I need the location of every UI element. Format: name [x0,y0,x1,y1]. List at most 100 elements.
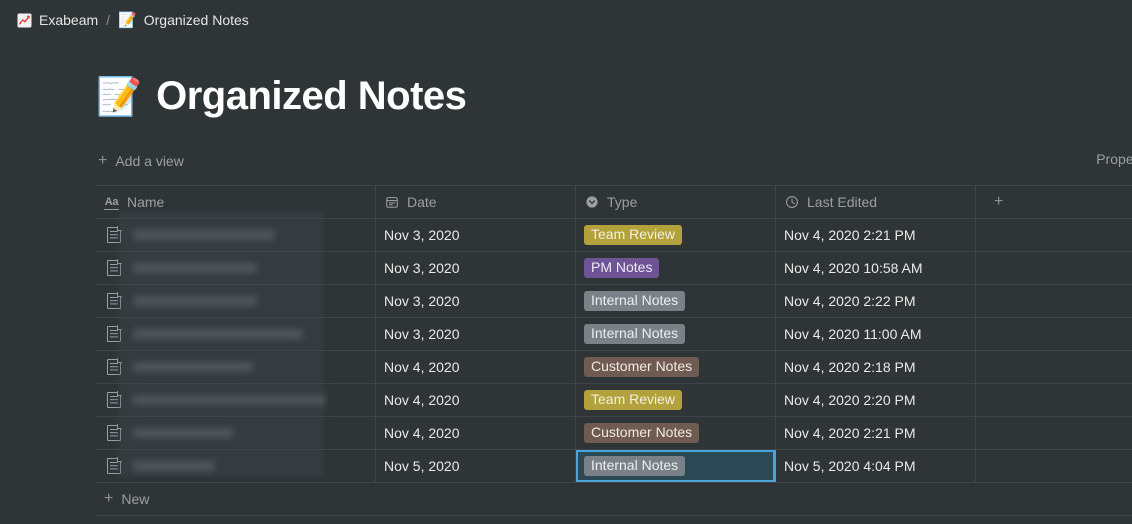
cell-name[interactable] [96,384,376,416]
name-value [133,395,325,405]
page-document-icon [107,226,122,243]
breadcrumb-separator: / [106,12,111,28]
cell-name[interactable] [96,252,376,284]
column-header-last-edited[interactable]: Last Edited [776,186,976,218]
cell-last-edited[interactable]: Nov 4, 2020 10:58 AM [776,252,976,284]
cell-empty [976,351,1132,383]
cell-date[interactable]: Nov 4, 2020 [376,351,576,383]
table-row[interactable]: Nov 3, 2020 Internal Notes Nov 4, 2020 11:… [96,318,1132,351]
page-document-icon [107,424,122,441]
database-table: Aa Name Date Type Last Edited + Nov 3, 2… [96,185,1132,524]
name-value [133,461,215,471]
cell-empty [976,219,1132,251]
add-column-button[interactable]: + [976,186,1132,218]
table-footer: COUNT8 [96,516,1132,524]
last-edited-value: Nov 4, 2020 11:00 AM [784,326,922,342]
last-edited-value: Nov 5, 2020 4:04 PM [784,458,916,474]
page-title[interactable]: Organized Notes [156,74,467,118]
cell-type[interactable]: Customer Notes [576,351,776,383]
cell-name[interactable] [96,285,376,317]
table-row[interactable]: Nov 5, 2020 Internal Notes Nov 5, 2020 4:0… [96,450,1132,483]
page-document-icon [107,292,122,309]
view-toolbar-right: Properties [1072,151,1132,171]
cell-last-edited[interactable]: Nov 4, 2020 2:18 PM [776,351,976,383]
cell-last-edited[interactable]: Nov 4, 2020 2:20 PM [776,384,976,416]
cell-type[interactable]: Customer Notes [576,417,776,449]
chart-icon [17,12,32,28]
date-value: Nov 3, 2020 [384,260,460,276]
status-badge: Internal Notes [584,456,686,476]
cell-date[interactable]: Nov 4, 2020 [376,417,576,449]
name-value [133,329,303,339]
table-row[interactable]: Nov 4, 2020 Customer Notes Nov 4, 2020 2:1… [96,351,1132,384]
breadcrumb-label-organized-notes: Organized Notes [143,12,249,28]
cell-name[interactable] [96,417,376,449]
status-badge: Team Review [584,390,683,410]
cell-date[interactable]: Nov 3, 2020 [376,252,576,284]
cell-empty [976,384,1132,416]
page-content: 📝 Organized Notes + Add a view Propertie… [0,74,1132,524]
breadcrumb: Exabeam / 📝 Organized Notes [0,0,1132,40]
new-row-label: New [121,491,150,507]
cell-date[interactable]: Nov 3, 2020 [376,285,576,317]
table-row[interactable]: Nov 4, 2020 Customer Notes Nov 4, 2020 2:2… [96,417,1132,450]
column-header-type[interactable]: Type [576,186,776,218]
date-value: Nov 3, 2020 [384,227,460,243]
cell-date[interactable]: Nov 3, 2020 [376,219,576,251]
add-a-view-label: Add a view [115,153,184,169]
cell-name[interactable] [96,450,376,482]
cell-name[interactable] [96,351,376,383]
table-row[interactable]: Nov 3, 2020 Internal Notes Nov 4, 2020 2:2… [96,285,1132,318]
date-value: Nov 5, 2020 [384,458,460,474]
page-document-icon [107,391,122,408]
name-value [133,263,257,273]
properties-button[interactable]: Properties [1096,151,1132,167]
add-a-view-button[interactable]: + Add a view [96,151,190,171]
cell-last-edited[interactable]: Nov 5, 2020 4:04 PM [776,450,976,482]
breadcrumb-item-organized-notes[interactable]: 📝 Organized Notes [118,12,249,28]
cell-empty [976,285,1132,317]
column-header-name[interactable]: Aa Name [96,186,376,218]
status-badge: Customer Notes [584,423,700,443]
name-value [133,362,253,372]
column-header-name-label: Name [127,194,165,210]
cell-last-edited[interactable]: Nov 4, 2020 2:21 PM [776,219,976,251]
date-value: Nov 4, 2020 [384,425,460,441]
column-header-date[interactable]: Date [376,186,576,218]
date-value: Nov 4, 2020 [384,392,460,408]
page-emoji-icon[interactable]: 📝 [96,78,142,115]
cell-type-selected[interactable]: Internal Notes [576,450,776,482]
cell-last-edited[interactable]: Nov 4, 2020 2:22 PM [776,285,976,317]
breadcrumb-item-exabeam[interactable]: Exabeam [17,12,98,28]
cell-empty [976,252,1132,284]
cell-type[interactable]: Team Review [576,219,776,251]
plus-icon: + [994,193,1004,210]
cell-date[interactable]: Nov 4, 2020 [376,384,576,416]
status-badge: Internal Notes [584,324,686,344]
last-edited-value: Nov 4, 2020 2:22 PM [784,293,916,309]
cell-last-edited[interactable]: Nov 4, 2020 11:00 AM [776,318,976,350]
cell-type[interactable]: Internal Notes [576,318,776,350]
cell-date[interactable]: Nov 5, 2020 [376,450,576,482]
table-row[interactable]: Nov 3, 2020 PM Notes Nov 4, 2020 10:58 AM [96,252,1132,285]
name-value [133,428,233,438]
table-row[interactable]: Nov 3, 2020 Team Review Nov 4, 2020 2:21 P… [96,219,1132,252]
cell-name[interactable] [96,219,376,251]
new-row-button[interactable]: + New [96,483,1132,516]
status-badge: Team Review [584,225,683,245]
calendar-icon [384,195,399,210]
table-body: Nov 3, 2020 Team Review Nov 4, 2020 2:21 P… [96,219,1132,483]
cell-name[interactable] [96,318,376,350]
cell-last-edited[interactable]: Nov 4, 2020 2:21 PM [776,417,976,449]
page-document-icon [107,358,122,375]
cell-type[interactable]: Team Review [576,384,776,416]
last-edited-value: Nov 4, 2020 10:58 AM [784,260,923,276]
date-value: Nov 3, 2020 [384,326,460,342]
cell-type[interactable]: Internal Notes [576,285,776,317]
view-toolbar: + Add a view Properties [96,147,1132,175]
cell-type[interactable]: PM Notes [576,252,776,284]
table-row[interactable]: Nov 4, 2020 Team Review Nov 4, 2020 2:20 P… [96,384,1132,417]
memo-icon: 📝 [118,11,137,29]
column-header-type-label: Type [607,194,638,210]
cell-date[interactable]: Nov 3, 2020 [376,318,576,350]
